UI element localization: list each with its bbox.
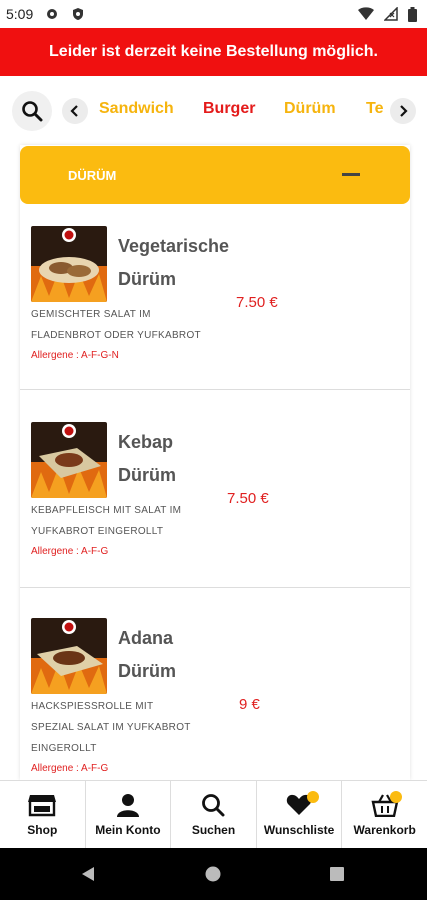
nav-label: Warenkorb xyxy=(353,823,416,837)
product-allergens: Allergene : A-F-G xyxy=(31,546,109,557)
search-icon xyxy=(22,101,43,122)
product-name: Kebap Dürüm xyxy=(118,432,176,485)
category-tab-partial[interactable]: Te xyxy=(366,100,388,118)
cart-badge xyxy=(390,791,403,803)
section-header-durum[interactable]: DÜRÜM xyxy=(20,146,410,204)
product-image xyxy=(31,226,107,302)
nav-shop[interactable]: Shop xyxy=(0,781,86,848)
chevron-left-icon xyxy=(70,105,78,117)
chevron-right-icon xyxy=(400,105,408,117)
nav-cart[interactable]: Warenkorb xyxy=(342,781,427,848)
nav-my-account[interactable]: Mein Konto xyxy=(86,781,172,848)
ordering-unavailable-banner: Leider ist derzeit keine Bestellung mögl… xyxy=(0,28,427,76)
category-search-button[interactable] xyxy=(12,91,52,131)
nav-wishlist[interactable]: Wunschliste xyxy=(257,781,343,848)
product-description: HACKSPIESSROLLE MIT SPEZIAL SALAT IM YUFK… xyxy=(31,701,191,754)
wifi-icon xyxy=(358,7,374,20)
category-bar: Sandwich Burger Dürüm Te xyxy=(0,82,427,138)
product-price: 9 € xyxy=(239,696,260,713)
back-icon[interactable] xyxy=(80,866,96,882)
product-description: KEBAPFLEISCH MIT SALAT IM YUFKABROT EINGE… xyxy=(31,505,182,537)
product-name: Adana Dürüm xyxy=(118,628,176,681)
category-scroll-left-button[interactable] xyxy=(62,98,88,124)
wishlist-badge xyxy=(306,791,319,803)
nav-label: Shop xyxy=(27,823,58,837)
category-tab-sandwich[interactable]: Sandwich xyxy=(99,100,174,118)
cellular-signal-icon xyxy=(384,7,398,21)
nav-label: Suchen xyxy=(191,823,236,837)
product-price: 7.50 € xyxy=(227,490,269,507)
item-divider xyxy=(20,587,410,588)
recents-icon[interactable] xyxy=(329,866,345,882)
status-time: 5:09 xyxy=(6,6,34,22)
shield-icon xyxy=(73,8,84,20)
category-scroll-right-button[interactable] xyxy=(390,98,416,124)
nav-label: Wunschliste xyxy=(263,823,335,837)
product-description: GEMISCHTER SALAT IM FLADENBROT ODER YUFKA… xyxy=(31,309,201,341)
minus-icon[interactable] xyxy=(342,173,360,176)
system-navigation-bar xyxy=(0,848,427,900)
search-icon xyxy=(202,794,225,817)
product-image xyxy=(31,422,107,498)
home-icon[interactable] xyxy=(205,866,221,882)
product-allergens: Allergene : A-F-G xyxy=(31,763,109,774)
section-title: DÜRÜM xyxy=(68,167,117,183)
product-image xyxy=(31,618,107,694)
product-name: Vegetarische Dürüm xyxy=(118,236,230,289)
category-tab-durum[interactable]: Dürüm xyxy=(284,100,336,118)
settings-icon xyxy=(47,9,58,19)
banner-text: Leider ist derzeit keine Bestellung mögl… xyxy=(49,43,378,60)
shop-icon xyxy=(28,795,57,817)
user-icon xyxy=(116,794,139,817)
product-allergens: Allergene : A-F-G-N xyxy=(31,350,119,361)
status-bar: 5:09 xyxy=(0,0,427,28)
category-tab-burger[interactable]: Burger xyxy=(203,100,255,118)
bottom-navigation: Shop Mein Konto Suchen Wunschliste Waren… xyxy=(0,780,427,848)
nav-search[interactable]: Suchen xyxy=(171,781,257,848)
nav-label: Mein Konto xyxy=(95,823,161,837)
item-divider xyxy=(20,389,410,390)
product-price: 7.50 € xyxy=(236,294,278,311)
battery-icon xyxy=(408,6,417,22)
